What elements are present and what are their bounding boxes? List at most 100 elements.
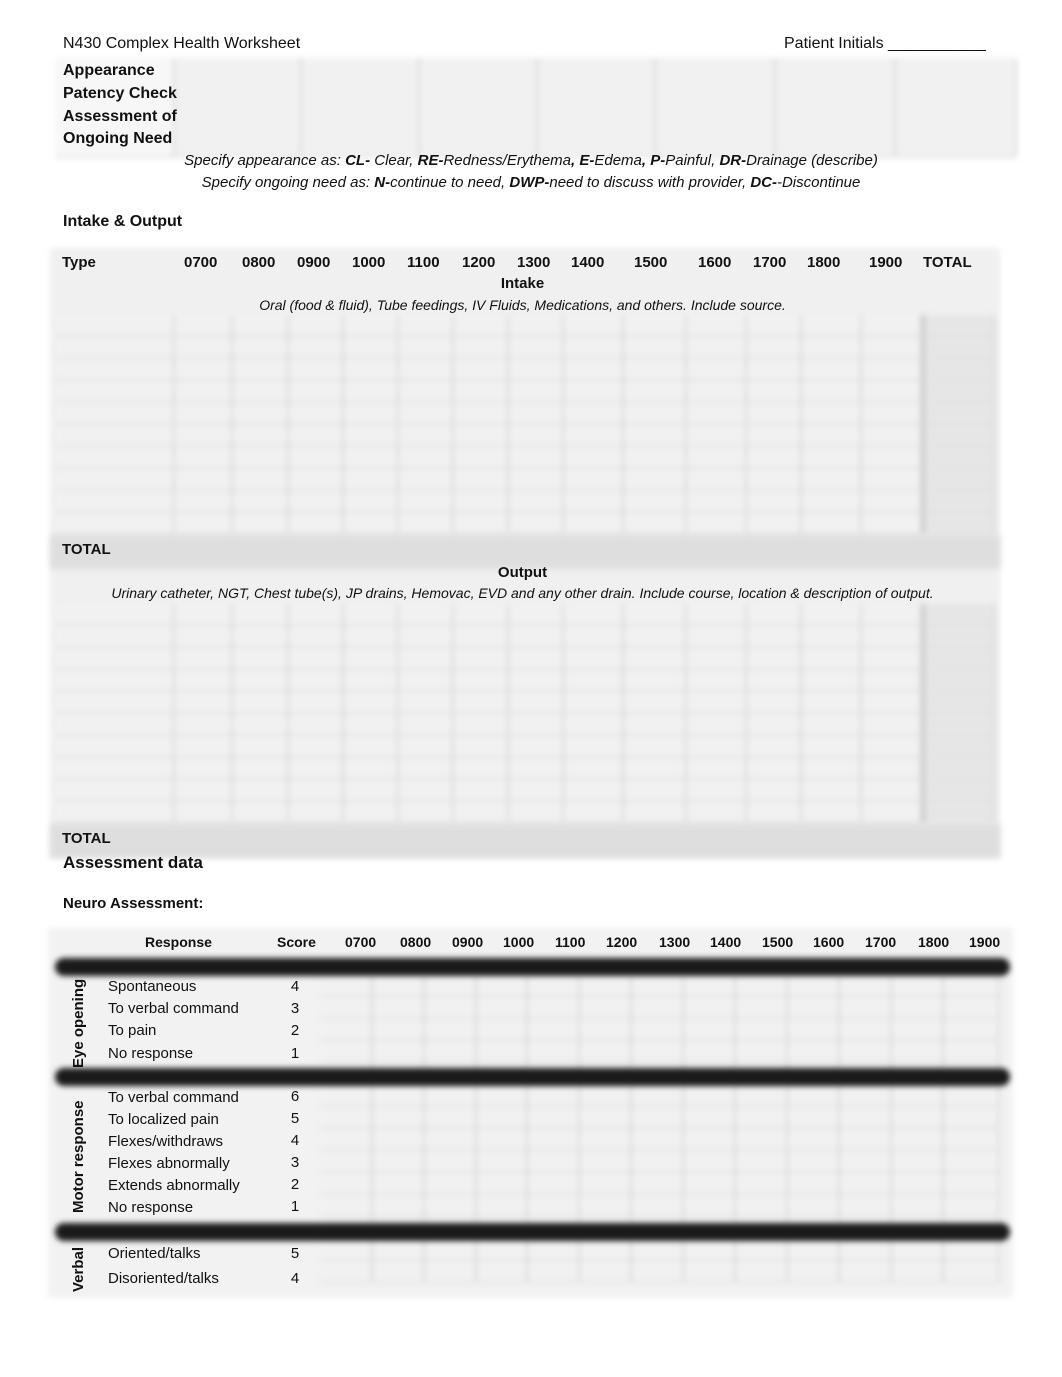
- grid-cell[interactable]: [175, 469, 233, 491]
- grid-cell[interactable]: [747, 692, 802, 714]
- grid-cell[interactable]: [736, 1129, 788, 1151]
- grid-cell[interactable]: [344, 604, 399, 626]
- grid-cell[interactable]: [399, 802, 454, 824]
- grid-cell[interactable]: [175, 359, 233, 381]
- grid-cell[interactable]: [477, 1107, 528, 1129]
- grid-cell[interactable]: [175, 692, 233, 714]
- grid-cell[interactable]: [233, 491, 289, 513]
- grid-cell[interactable]: [344, 403, 399, 425]
- grid-cell[interactable]: [802, 469, 862, 491]
- grid-cell[interactable]: [233, 714, 289, 736]
- grid-cell[interactable]: [289, 447, 344, 469]
- grid-cell[interactable]: [632, 1173, 684, 1195]
- grid-cell[interactable]: [684, 1129, 736, 1151]
- grid-cell[interactable]: [344, 337, 399, 359]
- grid-cell[interactable]: [454, 648, 509, 670]
- grid-cell[interactable]: [289, 359, 344, 381]
- grid-cell[interactable]: [289, 648, 344, 670]
- grid-cell[interactable]: [922, 626, 995, 648]
- grid-cell[interactable]: [747, 403, 802, 425]
- grid-cell[interactable]: [425, 1261, 477, 1283]
- grid-cell[interactable]: [175, 736, 233, 758]
- grid-cell[interactable]: [528, 1107, 580, 1129]
- grid-cell[interactable]: [344, 447, 399, 469]
- grid-cell[interactable]: [320, 1085, 373, 1107]
- grid-cell[interactable]: [344, 469, 399, 491]
- grid-cell[interactable]: [944, 1041, 1000, 1063]
- grid-cell[interactable]: [687, 513, 747, 535]
- grid-cell[interactable]: [580, 1019, 632, 1041]
- grid-cell[interactable]: [802, 604, 862, 626]
- grid-cell[interactable]: [233, 337, 289, 359]
- grid-cell[interactable]: [233, 604, 289, 626]
- grid-cell[interactable]: [892, 1195, 944, 1217]
- grid-cell[interactable]: [862, 469, 922, 491]
- grid-cell[interactable]: [788, 1151, 840, 1173]
- grid-cell[interactable]: [747, 447, 802, 469]
- grid-cell[interactable]: [632, 1261, 684, 1283]
- grid-cell[interactable]: [509, 626, 564, 648]
- grid-cell[interactable]: [862, 692, 922, 714]
- grid-cell[interactable]: [840, 1041, 892, 1063]
- grid-cell[interactable]: [892, 1041, 944, 1063]
- grid-cell[interactable]: [687, 736, 747, 758]
- grid-cell[interactable]: [922, 359, 995, 381]
- grid-cell[interactable]: [922, 692, 995, 714]
- grid-cell[interactable]: [922, 802, 995, 824]
- grid-cell[interactable]: [862, 337, 922, 359]
- grid-cell[interactable]: [624, 337, 687, 359]
- grid-cell[interactable]: [840, 975, 892, 997]
- grid-cell[interactable]: [788, 1195, 840, 1217]
- grid-cell[interactable]: [624, 780, 687, 802]
- grid-cell[interactable]: [802, 381, 862, 403]
- grid-cell[interactable]: [509, 425, 564, 447]
- grid-cell[interactable]: [922, 736, 995, 758]
- grid-cell[interactable]: [528, 975, 580, 997]
- grid-cell[interactable]: [862, 714, 922, 736]
- grid-cell[interactable]: [747, 648, 802, 670]
- grid-cell[interactable]: [477, 1019, 528, 1041]
- grid-cell[interactable]: [399, 648, 454, 670]
- grid-cell[interactable]: [944, 1107, 1000, 1129]
- grid-cell[interactable]: [840, 1261, 892, 1283]
- grid-cell[interactable]: [425, 997, 477, 1019]
- grid-cell[interactable]: [684, 1195, 736, 1217]
- grid-cell[interactable]: [564, 425, 624, 447]
- grid-cell[interactable]: [922, 447, 995, 469]
- grid-cell[interactable]: [564, 604, 624, 626]
- grid-cell[interactable]: [736, 1041, 788, 1063]
- grid-cell[interactable]: [840, 1151, 892, 1173]
- grid-cell[interactable]: [862, 780, 922, 802]
- grid-cell[interactable]: [509, 337, 564, 359]
- grid-cell[interactable]: [373, 1107, 425, 1129]
- grid-cell[interactable]: [684, 975, 736, 997]
- grid-cell[interactable]: [477, 1129, 528, 1151]
- grid-cell[interactable]: [454, 802, 509, 824]
- grid-cell[interactable]: [425, 1019, 477, 1041]
- grid-cell[interactable]: [736, 1239, 788, 1261]
- grid-cell[interactable]: [624, 469, 687, 491]
- grid-cell[interactable]: [840, 1085, 892, 1107]
- grid-cell[interactable]: [233, 469, 289, 491]
- grid-cell[interactable]: [747, 359, 802, 381]
- grid-cell[interactable]: [344, 626, 399, 648]
- grid-cell[interactable]: [320, 1041, 373, 1063]
- grid-cell[interactable]: [175, 337, 233, 359]
- grid-cell[interactable]: [425, 1085, 477, 1107]
- grid-cell[interactable]: [892, 1173, 944, 1195]
- grid-cell[interactable]: [624, 736, 687, 758]
- grid-cell[interactable]: [736, 975, 788, 997]
- grid-cell[interactable]: [922, 403, 995, 425]
- grid-cell[interactable]: [736, 1151, 788, 1173]
- grid-cell[interactable]: [580, 1173, 632, 1195]
- grid-cell[interactable]: [289, 315, 344, 337]
- grid-cell[interactable]: [684, 1239, 736, 1261]
- grid-cell[interactable]: [344, 670, 399, 692]
- grid-cell[interactable]: [289, 513, 344, 535]
- grid-cell[interactable]: [289, 692, 344, 714]
- grid-cell[interactable]: [233, 670, 289, 692]
- grid-cell[interactable]: [944, 1173, 1000, 1195]
- grid-cell[interactable]: [373, 1041, 425, 1063]
- grid-cell[interactable]: [175, 604, 233, 626]
- grid-cell[interactable]: [802, 425, 862, 447]
